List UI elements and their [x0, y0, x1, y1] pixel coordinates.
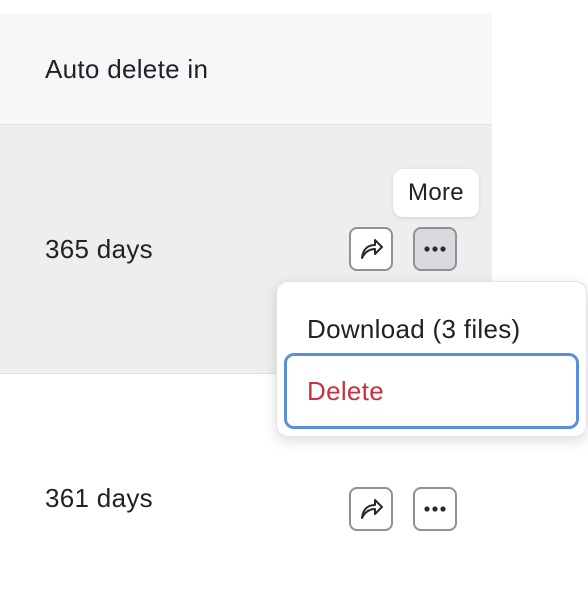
auto-delete-value: 365 days — [45, 234, 153, 264]
share-forward-icon — [356, 494, 386, 524]
more-tooltip: More — [393, 169, 479, 217]
share-button[interactable] — [349, 227, 393, 271]
share-button[interactable] — [349, 487, 393, 531]
file-list-view: Auto delete in 365 days 361 days More Do… — [0, 0, 588, 594]
menu-item-delete[interactable]: Delete — [284, 353, 579, 429]
more-button[interactable] — [413, 487, 457, 531]
more-horizontal-icon — [420, 494, 450, 524]
more-horizontal-icon — [420, 234, 450, 264]
more-actions-menu: Download (3 files) Delete — [276, 281, 587, 437]
more-button[interactable] — [413, 227, 457, 271]
auto-delete-value: 361 days — [45, 483, 153, 513]
table-header: Auto delete in — [0, 14, 492, 125]
share-forward-icon — [356, 234, 386, 264]
column-header-auto-delete[interactable]: Auto delete in — [45, 54, 208, 85]
